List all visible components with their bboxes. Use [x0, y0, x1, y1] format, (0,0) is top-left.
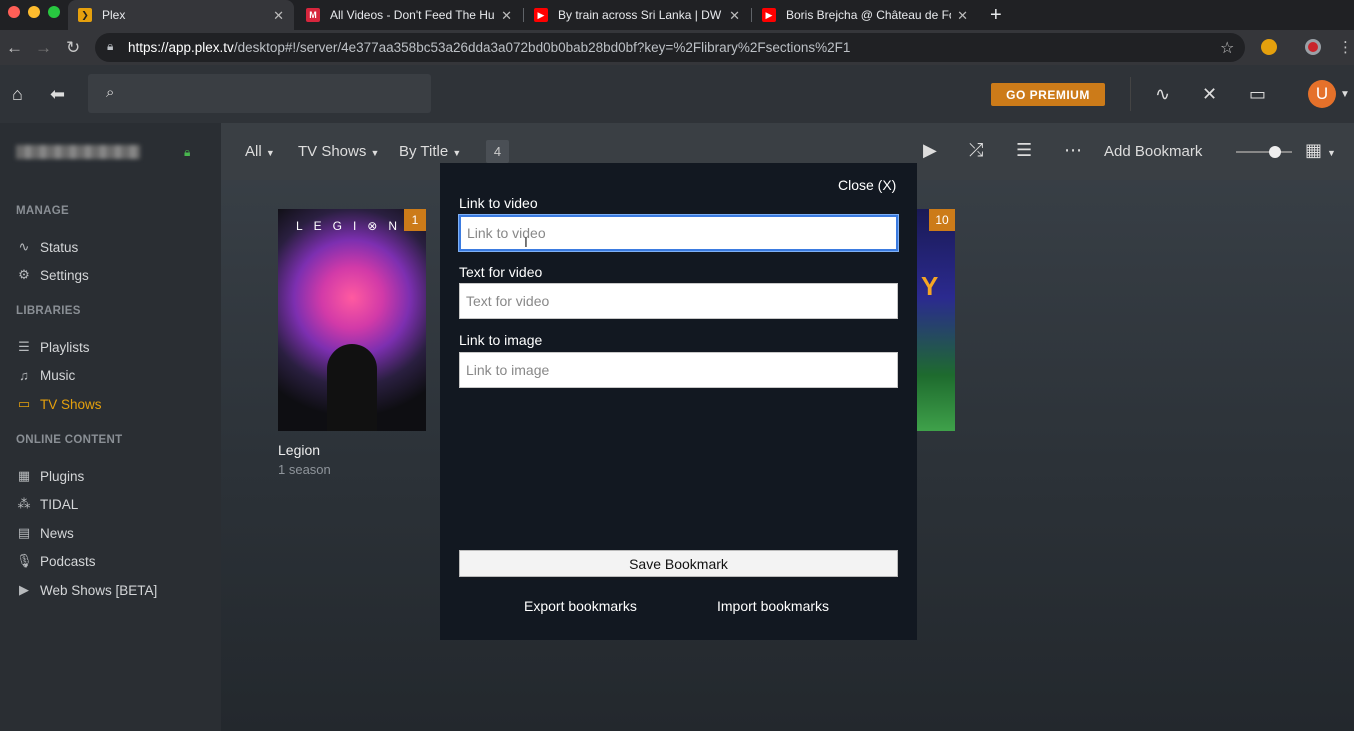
close-tab-icon[interactable]: ✕ [729, 8, 740, 24]
image-link-label: Link to image [459, 332, 543, 348]
close-tab-icon[interactable]: ✕ [273, 8, 284, 24]
list-icon: ☰ [18, 339, 30, 354]
lock-icon: 🔒︎ [107, 39, 114, 53]
sidebar-item-tv-shows[interactable]: ▭ TV Shows [16, 393, 102, 415]
settings-tools-icon[interactable]: ✕ [1202, 84, 1217, 105]
gear-icon: ⚙ [18, 267, 30, 282]
go-premium-button[interactable]: GO PREMIUM [991, 83, 1105, 106]
url-text: https://app.plex.tv/desktop#!/server/4e3… [128, 40, 851, 55]
activity-icon: ∿ [18, 239, 30, 254]
legion-poster[interactable]: LEGI⊗N [278, 209, 426, 431]
microphone-icon: 🎙︎ [16, 553, 33, 568]
add-to-queue-icon[interactable]: ☰ [1016, 140, 1032, 161]
grid-icon: ▦ [17, 468, 31, 483]
show-poster[interactable]: Y [915, 209, 955, 431]
export-bookmarks-button[interactable]: Export bookmarks [524, 598, 637, 614]
more-options-icon[interactable]: ⋯ [1064, 140, 1082, 161]
sidebar: 🔒︎ MANAGE ∿ Status ⚙ Settings LIBRARIES ☰ P… [0, 123, 221, 731]
browser-tab-plex[interactable]: ❯ Plex ✕ [68, 0, 294, 30]
home-icon[interactable]: ⌂ [12, 84, 23, 105]
save-bookmark-button[interactable]: Save Bookmark [459, 550, 898, 577]
filter-all-dropdown[interactable]: All ▼ [245, 143, 275, 160]
search-input[interactable]: ⌕ [88, 74, 431, 113]
show-subtitle: 1 season [278, 462, 331, 477]
tab-title: By train across Sri Lanka | DW [558, 8, 722, 22]
sidebar-item-settings[interactable]: ⚙ Settings [16, 264, 89, 286]
tidal-icon: ⁂ [17, 496, 31, 511]
unwatched-badge: 10 [929, 209, 955, 231]
poster-size-slider[interactable] [1236, 146, 1292, 158]
sidebar-item-news[interactable]: ▤ News [16, 522, 74, 544]
online-content-heading: ONLINE CONTENT [16, 434, 123, 446]
tab-title: All Videos - Don't Feed The Hu [330, 8, 495, 22]
play-square-icon: ▶ [19, 582, 29, 597]
sidebar-item-web-shows[interactable]: ▶ Web Shows [BETA] [16, 579, 157, 601]
youtube-icon: ▶ [762, 8, 776, 22]
search-icon: ⌕ [106, 84, 115, 101]
type-dropdown[interactable]: TV Shows ▼ [298, 143, 379, 160]
tab-title: Boris Brejcha @ Château de Fo [786, 8, 951, 22]
forward-arrow-icon[interactable]: → [35, 38, 52, 58]
add-bookmark-button[interactable]: Add Bookmark [1104, 143, 1202, 160]
music-note-icon: ♫ [19, 367, 29, 383]
bookmark-dialog: Close (X) Link to video I Text for video… [440, 163, 917, 640]
libraries-heading: LIBRARIES [16, 305, 81, 317]
shuffle-icon[interactable]: ⤮ [969, 140, 983, 161]
browser-menu-icon[interactable]: ⋮ [1338, 38, 1353, 56]
poster-figure [327, 344, 377, 431]
sidebar-item-plugins[interactable]: ▦ Plugins [16, 465, 84, 487]
plex-header: ⌂ ⬅ ⌕ GO PREMIUM ∿ ✕ ▭ U ▼ [0, 65, 1354, 123]
chevron-down-icon[interactable]: ▼ [1340, 89, 1350, 100]
lock-icon: 🔒︎ [184, 145, 191, 159]
sidebar-item-music[interactable]: ♫ Music [16, 364, 75, 386]
poster-letter: Y [921, 271, 939, 301]
reload-icon[interactable]: ↻ [66, 38, 80, 58]
sidebar-item-playlists[interactable]: ☰ Playlists [16, 336, 89, 358]
close-dialog-button[interactable]: Close (X) [838, 177, 896, 193]
close-tab-icon[interactable]: ✕ [501, 8, 512, 24]
dftv-icon: M [306, 8, 320, 22]
zoom-window-button[interactable] [48, 6, 60, 18]
item-count-badge: 4 [486, 140, 509, 163]
plex-icon: ❯ [78, 8, 92, 22]
browser-tab-dftv[interactable]: M All Videos - Don't Feed The Hu ✕ [296, 0, 522, 30]
activity-icon[interactable]: ∿ [1155, 84, 1170, 105]
monitor-icon: ▭ [17, 396, 31, 411]
minimize-window-button[interactable] [28, 6, 40, 18]
slider-knob[interactable] [1269, 146, 1281, 158]
sort-dropdown[interactable]: By Title ▼ [399, 143, 461, 160]
back-arrow-icon[interactable]: ← [6, 38, 23, 58]
extension-icon[interactable] [1261, 39, 1277, 55]
close-tab-icon[interactable]: ✕ [957, 8, 968, 24]
close-window-button[interactable] [8, 6, 20, 18]
sidebar-item-podcasts[interactable]: 🎙︎ Podcasts [16, 550, 96, 572]
manage-heading: MANAGE [16, 205, 69, 217]
browser-address-bar: ← → ↻ 🔒︎ https://app.plex.tv/desktop#!/s… [0, 30, 1354, 65]
unwatched-badge: 1 [404, 209, 426, 231]
browser-tab-boris[interactable]: ▶ Boris Brejcha @ Château de Fo ✕ [752, 0, 978, 30]
back-icon[interactable]: ⬅ [50, 84, 65, 105]
sidebar-item-tidal[interactable]: ⁂ TIDAL [16, 493, 79, 515]
sidebar-item-status[interactable]: ∿ Status [16, 236, 79, 258]
video-text-label: Text for video [459, 264, 543, 280]
avatar[interactable]: U [1308, 80, 1336, 108]
tab-title: Plex [102, 8, 126, 22]
play-icon[interactable]: ▶ [923, 140, 937, 161]
grid-view-icon[interactable]: ▦ ▼ [1305, 140, 1336, 161]
new-tab-icon[interactable]: + [990, 4, 1002, 27]
text-cursor-icon: I [524, 234, 528, 250]
server-name[interactable] [16, 145, 140, 159]
image-link-input[interactable] [459, 352, 898, 388]
youtube-icon: ▶ [534, 8, 548, 22]
browser-tab-bar: ❯ Plex ✕ M All Videos - Don't Feed The H… [0, 0, 1354, 30]
video-link-label: Link to video [459, 195, 538, 211]
show-title[interactable]: Legion [278, 442, 320, 458]
import-bookmarks-button[interactable]: Import bookmarks [717, 598, 829, 614]
bookmark-star-icon[interactable]: ☆ [1220, 38, 1234, 58]
newspaper-icon: ▤ [17, 525, 31, 540]
profile-icon[interactable] [1305, 39, 1321, 55]
browser-tab-srilanka[interactable]: ▶ By train across Sri Lanka | DW ✕ [524, 0, 750, 30]
video-text-input[interactable] [459, 283, 898, 319]
cast-icon[interactable]: ▭ [1249, 84, 1266, 105]
